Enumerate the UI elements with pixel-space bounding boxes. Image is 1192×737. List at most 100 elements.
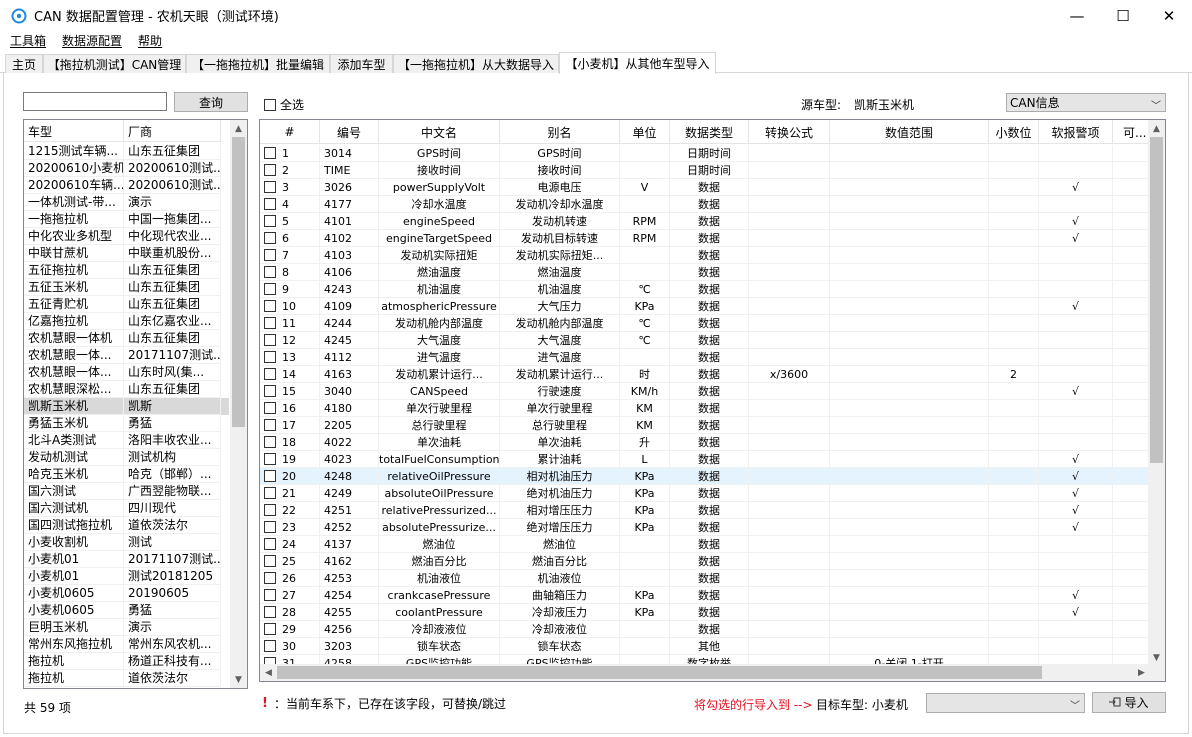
field-row[interactable]: 7 4103 发动机实际扭矩 发动机实际扭矩... 数据 (260, 247, 1153, 264)
field-row[interactable]: 27 4254 crankcasePressure 曲轴箱压力 KPa 数据 √ (260, 587, 1153, 604)
model-list-scrollbar[interactable]: ▲ ▼ (230, 120, 247, 688)
vscroll-thumb[interactable] (1150, 137, 1163, 463)
model-row[interactable]: 五征青贮机 山东五征集团 (24, 296, 229, 313)
col-header-more[interactable]: 可... (1113, 120, 1153, 144)
col-header-maker[interactable]: 厂商 (124, 120, 221, 142)
import-button[interactable]: 导入 (1092, 692, 1166, 713)
row-checkbox[interactable] (264, 385, 276, 397)
row-checkbox[interactable] (264, 453, 276, 465)
maximize-button[interactable]: ☐ (1100, 0, 1146, 31)
row-checkbox[interactable] (264, 436, 276, 448)
model-row[interactable]: 小麦机01 测试20181205 (24, 568, 229, 585)
field-row[interactable]: 20 4248 relativeOilPressure 相对机油压力 KPa 数据 √ (260, 468, 1153, 485)
field-row[interactable]: 29 4256 冷却液液位 冷却液液位 数据 (260, 621, 1153, 638)
model-row[interactable]: 拖拉机 道依茨法尔 (24, 670, 229, 687)
field-row[interactable]: 3 3026 powerSupplyVolt 电源电压 V 数据 √ (260, 179, 1153, 196)
model-row[interactable]: 五征玉米机 山东五征集团 (24, 279, 229, 296)
col-header-datatype[interactable]: 数据类型 (670, 120, 749, 144)
model-row[interactable]: 中化农业多机型 中化现代农业... (24, 228, 229, 245)
field-row[interactable]: 21 4249 absoluteOilPressure 绝对机油压力 KPa 数据 √ (260, 485, 1153, 502)
row-checkbox[interactable] (264, 215, 276, 227)
model-row[interactable]: 一拖拖拉机 中国一拖集团... (24, 211, 229, 228)
select-all-checkbox[interactable] (264, 98, 276, 111)
row-checkbox[interactable] (264, 283, 276, 295)
row-checkbox[interactable] (264, 419, 276, 431)
tab-batch-edit[interactable]: 【一拖拖拉机】批量编辑 (186, 54, 330, 73)
col-header-code[interactable]: 编号 (320, 120, 379, 144)
col-header-alarm[interactable]: 软报警项 (1039, 120, 1113, 144)
col-header-range[interactable]: 数值范围 (830, 120, 989, 144)
field-grid-vscroll[interactable]: ▲ ▼ (1148, 120, 1165, 666)
row-checkbox[interactable] (264, 470, 276, 482)
field-row[interactable]: 25 4162 燃油百分比 燃油百分比 数据 (260, 553, 1153, 570)
model-row[interactable]: 农机慧眼一体... 20171107测试... (24, 347, 229, 364)
row-checkbox[interactable] (264, 164, 276, 176)
field-row[interactable]: 18 4022 单次油耗 单次油耗升数据 (260, 434, 1153, 451)
field-row[interactable]: 16 4180 单次行驶里程 单次行驶里程 KM 数据 (260, 400, 1153, 417)
row-checkbox[interactable] (264, 589, 276, 601)
field-row[interactable]: 30 3203 锁车状态 锁车状态 其他 (260, 638, 1153, 655)
hscroll-thumb[interactable] (277, 666, 1042, 679)
row-checkbox[interactable] (264, 555, 276, 567)
row-checkbox[interactable] (264, 623, 276, 635)
col-header-alias[interactable]: 别名 (500, 120, 620, 144)
field-row[interactable]: 22 4251 relativePressurized... 相对增压压力 KPa 数据 √ (260, 502, 1153, 519)
row-checkbox[interactable] (264, 504, 276, 516)
tab-home[interactable]: 主页 (5, 54, 43, 73)
field-row[interactable]: 4 4177 冷却水温度 发动机冷却水温度 数据 (260, 196, 1153, 213)
row-checkbox[interactable] (264, 640, 276, 652)
model-row[interactable]: 小麦收割机 测试 (24, 534, 229, 551)
tab-tractor-can[interactable]: 【拖拉机测试】CAN管理 (43, 54, 186, 73)
scroll-down-icon[interactable]: ▼ (230, 671, 247, 688)
select-all[interactable]: 全选 (264, 96, 304, 113)
row-checkbox[interactable] (264, 181, 276, 193)
field-row[interactable]: 5 4101 engineSpeed 发动机转速 RPM 数据 √ (260, 213, 1153, 230)
row-checkbox[interactable] (264, 198, 276, 210)
col-header-cn-name[interactable]: 中文名 (379, 120, 500, 144)
row-checkbox[interactable] (264, 232, 276, 244)
tab-other-model-import[interactable]: 【小麦机】从其他车型导入 (559, 52, 716, 74)
row-checkbox[interactable] (264, 402, 276, 414)
field-row[interactable]: 2 TIME 接收时间 接收时间 日期时间 (260, 162, 1153, 179)
model-row[interactable]: 发动机测试 测试机构 (24, 449, 229, 466)
model-row[interactable]: 20200610车辆... 20200610测试... (24, 177, 229, 194)
tab-add-model[interactable]: 添加车型 (330, 54, 393, 73)
field-row[interactable]: 19 4023 totalFuelConsumption 累计油耗 L 数据 √ (260, 451, 1153, 468)
field-grid-hscroll[interactable]: ◀ ▶ (260, 664, 1150, 681)
col-header-unit[interactable]: 单位 (620, 120, 670, 144)
model-row[interactable]: 亿嘉拖拉机 山东亿嘉农业... (24, 313, 229, 330)
tab-bigdata-import[interactable]: 【一拖拖拉机】从大数据导入 (393, 54, 559, 73)
model-row[interactable]: 农机慧眼一体... 山东时风(集... (24, 364, 229, 381)
model-row[interactable]: 拖拉机 杨道正科技有... (24, 653, 229, 670)
field-row[interactable]: 17 2205 总行驶里程 总行驶里程 KM 数据 (260, 417, 1153, 434)
model-row[interactable]: 农机慧眼深松... 山东五征集团 (24, 381, 229, 398)
model-row[interactable]: 国四测试拖拉机 道依茨法尔 (24, 517, 229, 534)
menu-toolbox[interactable]: 工具箱 (0, 32, 52, 49)
model-row[interactable]: 中联甘蔗机 中联重机股份... (24, 245, 229, 262)
search-input[interactable] (23, 92, 167, 111)
row-checkbox[interactable] (264, 521, 276, 533)
minimize-button[interactable]: — (1054, 0, 1100, 31)
field-row[interactable]: 24 4137 燃油位 燃油位 数据 (260, 536, 1153, 553)
scroll-up-icon[interactable]: ▲ (1148, 120, 1165, 137)
row-checkbox[interactable] (264, 266, 276, 278)
field-row[interactable]: 13 4112 进气温度 进气温度 数据 (260, 349, 1153, 366)
model-row[interactable]: 常州东风拖拉机 常州东风农机... (24, 636, 229, 653)
col-header-decimals[interactable]: 小数位 (989, 120, 1039, 144)
field-row[interactable]: 26 4253 机油液位 机油液位 数据 (260, 570, 1153, 587)
row-checkbox[interactable] (264, 538, 276, 550)
model-row[interactable]: 巨明玉米机 演示 (24, 619, 229, 636)
row-checkbox[interactable] (264, 334, 276, 346)
row-checkbox[interactable] (264, 487, 276, 499)
model-row[interactable]: 小麦机0605 20190605 (24, 585, 229, 602)
row-checkbox[interactable] (264, 606, 276, 618)
model-row[interactable]: 小麦机01 20171107测试... (24, 551, 229, 568)
field-row[interactable]: 11 4244 发动机舱内部温度 发动机舱内部温度 ℃ 数据 (260, 315, 1153, 332)
col-header-formula[interactable]: 转换公式 (749, 120, 830, 144)
col-header-index[interactable]: # (260, 120, 320, 144)
field-row[interactable]: 1 3014 GPS时间 GPS时间 日期时间 (260, 145, 1153, 162)
close-button[interactable]: ✕ (1146, 0, 1192, 31)
scrollbar-thumb[interactable] (232, 137, 245, 427)
model-row[interactable]: 五征拖拉机 山东五征集团 (24, 262, 229, 279)
model-row[interactable]: 哈克玉米机 哈克（邯郸）... (24, 466, 229, 483)
